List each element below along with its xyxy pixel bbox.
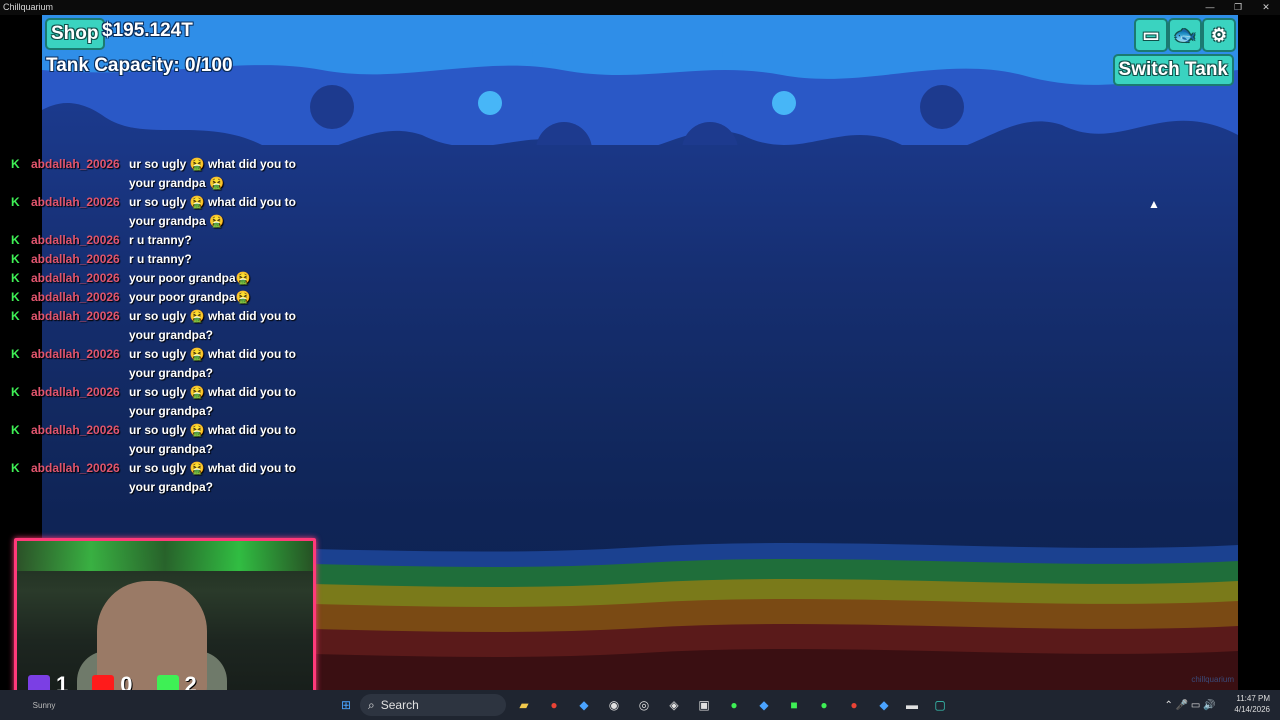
chat-username: abdallah_20026: [31, 233, 120, 247]
switch-tank-button[interactable]: Switch Tank: [1112, 54, 1234, 86]
kick-icon: K: [11, 385, 20, 399]
minimize-button[interactable]: —: [1196, 0, 1224, 15]
gear-icon[interactable]: ⚙: [1202, 18, 1236, 52]
app-icon[interactable]: ◆: [574, 695, 594, 715]
chat-username: abdallah_20026: [31, 157, 120, 171]
chat-message: Kabdallah_20026 ur so ugly 🤮 what did you…: [0, 383, 320, 421]
kick-icon: K: [11, 195, 20, 209]
version-watermark: chillquarium: [1191, 675, 1234, 684]
app-icon[interactable]: ◉: [604, 695, 624, 715]
chat-text: ur so ugly 🤮 what did you to your grandp…: [129, 385, 296, 418]
chrome-icon[interactable]: ●: [844, 695, 864, 715]
tank-capacity: Tank Capacity: 0/100: [46, 55, 233, 76]
chat-username: abdallah_20026: [31, 252, 120, 266]
search-placeholder: Search: [380, 698, 419, 712]
chat-text: ur so ugly 🤮 what did you to your grandp…: [129, 195, 296, 228]
chat-message: Kabdallah_20026 ur so ugly 🤮 what did you…: [0, 193, 320, 231]
chat-text: your poor grandpa🤮: [129, 290, 251, 304]
chat-username: abdallah_20026: [31, 423, 120, 437]
kick-icon: K: [11, 271, 20, 285]
chat-text: ur so ugly 🤮 what did you to your grandp…: [129, 157, 296, 190]
app-icon[interactable]: ■: [784, 695, 804, 715]
chat-overlay: Kabdallah_20026ur so ugly 🤮 what did you…: [0, 155, 320, 497]
chat-text: ur so ugly 🤮 what did you to your grandp…: [129, 347, 296, 380]
screen-icon[interactable]: ▭: [1134, 18, 1168, 52]
start-icon[interactable]: ⊞: [336, 695, 356, 715]
obs-icon[interactable]: ◎: [634, 695, 654, 715]
chat-message: Kabdallah_20026 ur so ugly 🤮 what did you…: [0, 155, 320, 193]
taskbar-search[interactable]: ⌕ Search: [360, 694, 506, 716]
app-icon[interactable]: ●: [814, 695, 834, 715]
chat-username: abdallah_20026: [31, 347, 120, 361]
kick-icon: K: [11, 309, 20, 323]
close-button[interactable]: ✕: [1252, 0, 1280, 15]
chat-message: Kabdallah_20026 r u tranny?: [0, 231, 320, 250]
app-icon[interactable]: ◆: [754, 695, 774, 715]
window-titlebar: Chillquarium — ❐ ✕: [0, 0, 1280, 15]
fish-icon[interactable]: 🐟: [1168, 18, 1202, 52]
chat-text: r u tranny?: [129, 252, 192, 266]
folder-icon[interactable]: ▰: [514, 695, 534, 715]
steam-icon[interactable]: ◈: [664, 695, 684, 715]
kick-icon: K: [11, 233, 20, 247]
clock-time: 11:47 PM: [1236, 694, 1270, 703]
chillquarium-taskbar-icon[interactable]: ▬: [900, 695, 924, 715]
clock-date: 4/14/2026: [1234, 705, 1270, 714]
app-icon[interactable]: ▢: [930, 695, 950, 715]
chat-text: ur so ugly 🤮 what did you to your grandp…: [129, 309, 296, 342]
chat-message: Kabdallah_20026 your poor grandpa🤮: [0, 288, 320, 307]
taskbar-clock[interactable]: 11:47 PM 4/14/2026: [1234, 693, 1270, 715]
kick-icon: K: [11, 423, 20, 437]
chat-username: abdallah_20026: [31, 309, 120, 323]
chat-text: your poor grandpa🤮: [129, 271, 251, 285]
chat-username: abdallah_20026: [31, 271, 120, 285]
chat-text: r u tranny?: [129, 233, 192, 247]
kick-icon: K: [11, 347, 20, 361]
chat-username: abdallah_20026: [31, 290, 120, 304]
chat-message: Kabdallah_20026 r u tranny?: [0, 250, 320, 269]
chat-username: abdallah_20026: [31, 385, 120, 399]
chat-message: Kabdallah_20026 your poor grandpa🤮: [0, 269, 320, 288]
kick-icon: K: [11, 157, 20, 171]
chat-text: ur so ugly 🤮 what did you to your grandp…: [129, 423, 296, 456]
chat-message: Kabdallah_20026 ur so ugly 🤮 what did you…: [0, 459, 320, 497]
window-title: Chillquarium: [3, 2, 54, 12]
maximize-button[interactable]: ❐: [1224, 0, 1252, 15]
chat-text: ur so ugly 🤮 what did you to your grandp…: [129, 461, 296, 494]
money-display: $195.124T: [102, 20, 193, 41]
app-icon[interactable]: ●: [724, 695, 744, 715]
shop-button[interactable]: Shop: [45, 18, 105, 50]
chat-message: Kabdallah_20026 ur so ugly 🤮 what did you…: [0, 345, 320, 383]
app-icon[interactable]: ◆: [874, 695, 894, 715]
mouse-cursor-icon: ▲: [1148, 197, 1160, 211]
chat-username: abdallah_20026: [31, 195, 120, 209]
app-icon[interactable]: ▣: [694, 695, 714, 715]
kick-icon: K: [11, 252, 20, 266]
search-icon: ⌕: [368, 697, 375, 712]
weather-label: Sunny: [32, 700, 56, 710]
kick-icon: K: [11, 461, 20, 475]
system-tray-icons[interactable]: ⌃ 🎤 ▭ 🔊: [1150, 695, 1230, 715]
chat-username: abdallah_20026: [31, 461, 120, 475]
chat-message: Kabdallah_20026 ur so ugly 🤮 what did you…: [0, 421, 320, 459]
chrome-icon[interactable]: ●: [544, 695, 564, 715]
chat-message: Kabdallah_20026 ur so ugly 🤮 what did you…: [0, 307, 320, 345]
kick-icon: K: [11, 290, 20, 304]
taskbar: Sunny ⊞ ⌕ Search ▰ ● ◆ ◉ ◎ ◈ ▣ ● ◆ ■ ● ●…: [0, 690, 1280, 720]
rock-ceiling: [42, 15, 1238, 145]
